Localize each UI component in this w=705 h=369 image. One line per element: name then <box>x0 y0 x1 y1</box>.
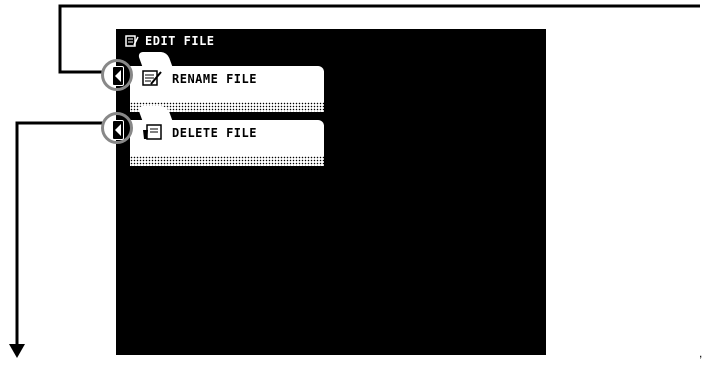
screen-title-text: EDIT FILE <box>145 34 215 48</box>
highlight-ring <box>101 59 133 91</box>
rename-file-label: RENAME FILE <box>172 72 257 86</box>
delete-file-tab[interactable]: DELETE FILE <box>130 120 324 166</box>
delete-file-label: DELETE FILE <box>172 126 257 140</box>
rename-file-icon <box>142 70 162 86</box>
screen-title: EDIT FILE <box>125 33 215 49</box>
tab-dither <box>130 156 324 166</box>
svg-text:,: , <box>699 346 702 360</box>
edit-file-icon <box>125 35 139 47</box>
highlight-ring <box>101 112 133 144</box>
delete-file-icon <box>143 124 162 140</box>
